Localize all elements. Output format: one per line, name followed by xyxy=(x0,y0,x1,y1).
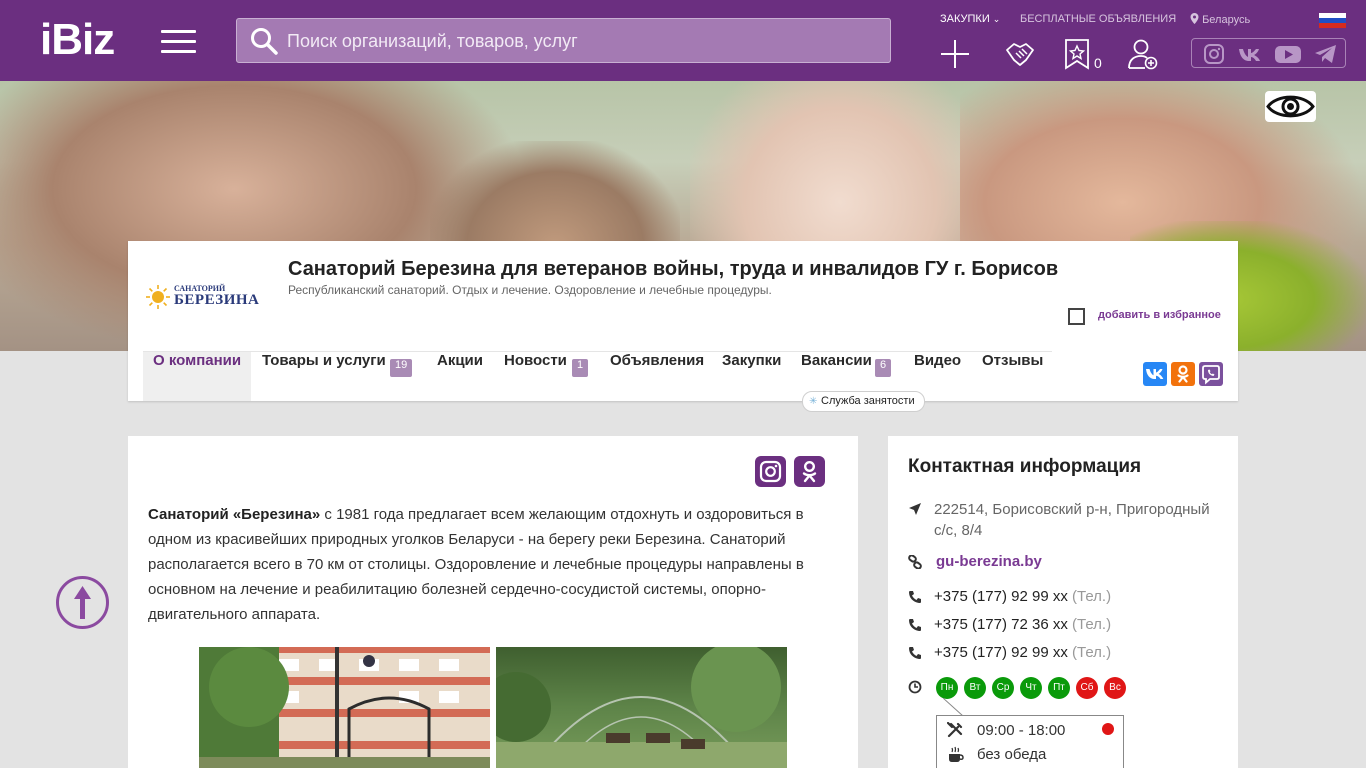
phone-icon xyxy=(909,647,921,659)
sanatorium-park-photo[interactable] xyxy=(496,647,787,768)
tab-promotions[interactable]: Акции xyxy=(427,352,493,401)
lunch-info: без обеда xyxy=(977,746,1047,763)
company-card: САНАТОРИЙ БЕРЕЗИНА Санаторий Березина дл… xyxy=(128,241,1238,412)
location-arrow-icon xyxy=(909,503,921,515)
day-fri[interactable]: Пт xyxy=(1048,677,1070,699)
location-pin-icon xyxy=(1190,13,1199,24)
search-box[interactable] xyxy=(236,18,891,63)
coffee-cup-icon xyxy=(949,746,964,762)
free-ads-link[interactable]: БЕСПЛАТНЫЕ ОБЪЯВЛЕНИЯ xyxy=(1020,13,1176,25)
working-hours: 09:00 - 18:00 xyxy=(977,722,1066,739)
favorites-count: 0 xyxy=(1094,55,1102,71)
day-thu[interactable]: Чт xyxy=(1020,677,1042,699)
day-tue[interactable]: Вт xyxy=(964,677,986,699)
day-mon[interactable]: Пн xyxy=(936,677,958,699)
contacts-panel: Контактная информация 222514, Борисовски… xyxy=(888,436,1238,768)
logo-line2: БЕРЕЗИНА xyxy=(174,292,260,308)
phone-type: (Тел.) xyxy=(1072,644,1112,661)
about-panel: Санаторий «Березина» с 1981 года предлаг… xyxy=(128,436,858,768)
employment-service-label: Служба занятости xyxy=(821,395,915,407)
company-title: Санаторий Березина для ветеранов войны, … xyxy=(288,258,1059,280)
phone-type: (Тел.) xyxy=(1072,588,1112,605)
company-odnoklassniki-icon[interactable] xyxy=(794,456,825,487)
working-hours-popup: 09:00 - 18:00 без обеда xyxy=(936,715,1124,768)
purchases-menu[interactable]: ЗАКУПКИ ⌄ xyxy=(940,13,1000,25)
phone-number-value: +375 (177) 72 36 xx xyxy=(934,616,1068,633)
day-wed[interactable]: Ср xyxy=(992,677,1014,699)
add-to-favorites-label: добавить в избранное xyxy=(1098,309,1221,321)
tab-about[interactable]: О компании xyxy=(143,352,252,401)
phone-number-value: +375 (177) 92 99 xx xyxy=(934,644,1068,661)
accessibility-eye-icon[interactable] xyxy=(1265,91,1316,122)
vk-icon[interactable] xyxy=(1237,43,1260,65)
about-body: с 1981 года предлагает всем желающим отд… xyxy=(148,506,804,623)
phone-icon xyxy=(909,591,921,603)
youtube-icon[interactable] xyxy=(1274,43,1302,65)
phone-icon xyxy=(909,619,921,631)
search-input[interactable] xyxy=(287,27,877,55)
contacts-title: Контактная информация xyxy=(908,456,1142,477)
about-description: Санаторий «Березина» с 1981 года предлаг… xyxy=(148,502,828,627)
phone-type: (Тел.) xyxy=(1072,616,1112,633)
phone-number[interactable]: +375 (177) 72 36 xx (Тел.) xyxy=(934,616,1111,633)
company-instagram-icon[interactable] xyxy=(755,456,786,487)
social-links xyxy=(1191,38,1346,68)
search-icon[interactable] xyxy=(249,26,279,56)
handshake-icon[interactable] xyxy=(1004,38,1036,70)
user-add-icon[interactable] xyxy=(1127,38,1159,70)
add-icon[interactable] xyxy=(939,38,971,70)
tab-products[interactable]: Товары и услуги xyxy=(252,352,396,401)
day-sat[interactable]: Сб xyxy=(1076,677,1098,699)
day-sun[interactable]: Вс xyxy=(1104,677,1126,699)
scroll-to-top-button[interactable] xyxy=(56,576,109,629)
about-company-name: Санаторий «Березина» xyxy=(148,506,321,523)
tools-icon xyxy=(947,722,963,738)
share-viber-icon[interactable] xyxy=(1199,362,1223,386)
tab-news[interactable]: Новости xyxy=(494,352,577,401)
region-label: Беларусь xyxy=(1202,14,1251,26)
company-subtitle: Республиканский санаторий. Отдых и лечен… xyxy=(288,283,772,297)
clock-icon xyxy=(908,680,922,694)
tab-products-badge: 19 xyxy=(390,359,413,377)
closed-status-dot xyxy=(1102,723,1114,735)
instagram-icon[interactable] xyxy=(1203,43,1225,65)
menu-icon[interactable] xyxy=(161,30,196,54)
sun-logo-icon xyxy=(146,285,170,309)
region-selector[interactable]: Беларусь xyxy=(1190,13,1250,26)
tab-ads[interactable]: Объявления xyxy=(600,352,714,401)
top-bar: iBiz ЗАКУПКИ⌄ БЕСПЛАТНЫЕ ОБЪЯВЛЕНИЯ Бела… xyxy=(0,0,1366,81)
favorites-checkbox[interactable] xyxy=(1068,308,1085,325)
contacts-website-link[interactable]: gu-berezina.by xyxy=(936,553,1042,570)
link-icon xyxy=(908,555,922,569)
phone-number[interactable]: +375 (177) 92 99 xx (Тел.) xyxy=(934,588,1111,605)
phone-number-value: +375 (177) 92 99 xx xyxy=(934,588,1068,605)
telegram-icon[interactable] xyxy=(1314,43,1336,65)
language-flag-icon[interactable] xyxy=(1319,13,1346,28)
tab-purchases[interactable]: Закупки xyxy=(712,352,791,401)
employment-service-tag[interactable]: ✳ Служба занятости xyxy=(802,391,925,412)
snowflake-icon: ✳ xyxy=(809,396,818,407)
phone-number[interactable]: +375 (177) 92 99 xx (Тел.) xyxy=(934,644,1111,661)
share-odnoklassniki-icon[interactable] xyxy=(1171,362,1195,386)
site-logo[interactable]: iBiz xyxy=(40,18,115,62)
company-logo[interactable]: САНАТОРИЙ БЕРЕЗИНА xyxy=(144,281,259,311)
sanatorium-building-photo[interactable] xyxy=(199,647,490,768)
tab-reviews[interactable]: Отзывы xyxy=(972,352,1053,401)
tab-news-badge: 1 xyxy=(572,359,589,377)
contacts-address: 222514, Борисовский р-н, Пригородный с/с… xyxy=(934,501,1210,539)
chevron-down-icon: ⌄ xyxy=(992,14,1001,24)
favorites-icon[interactable] xyxy=(1062,38,1092,70)
share-vk-icon[interactable] xyxy=(1143,362,1167,386)
tab-vacancies-badge: 6 xyxy=(875,359,892,377)
purchases-label: ЗАКУПКИ xyxy=(940,13,990,25)
